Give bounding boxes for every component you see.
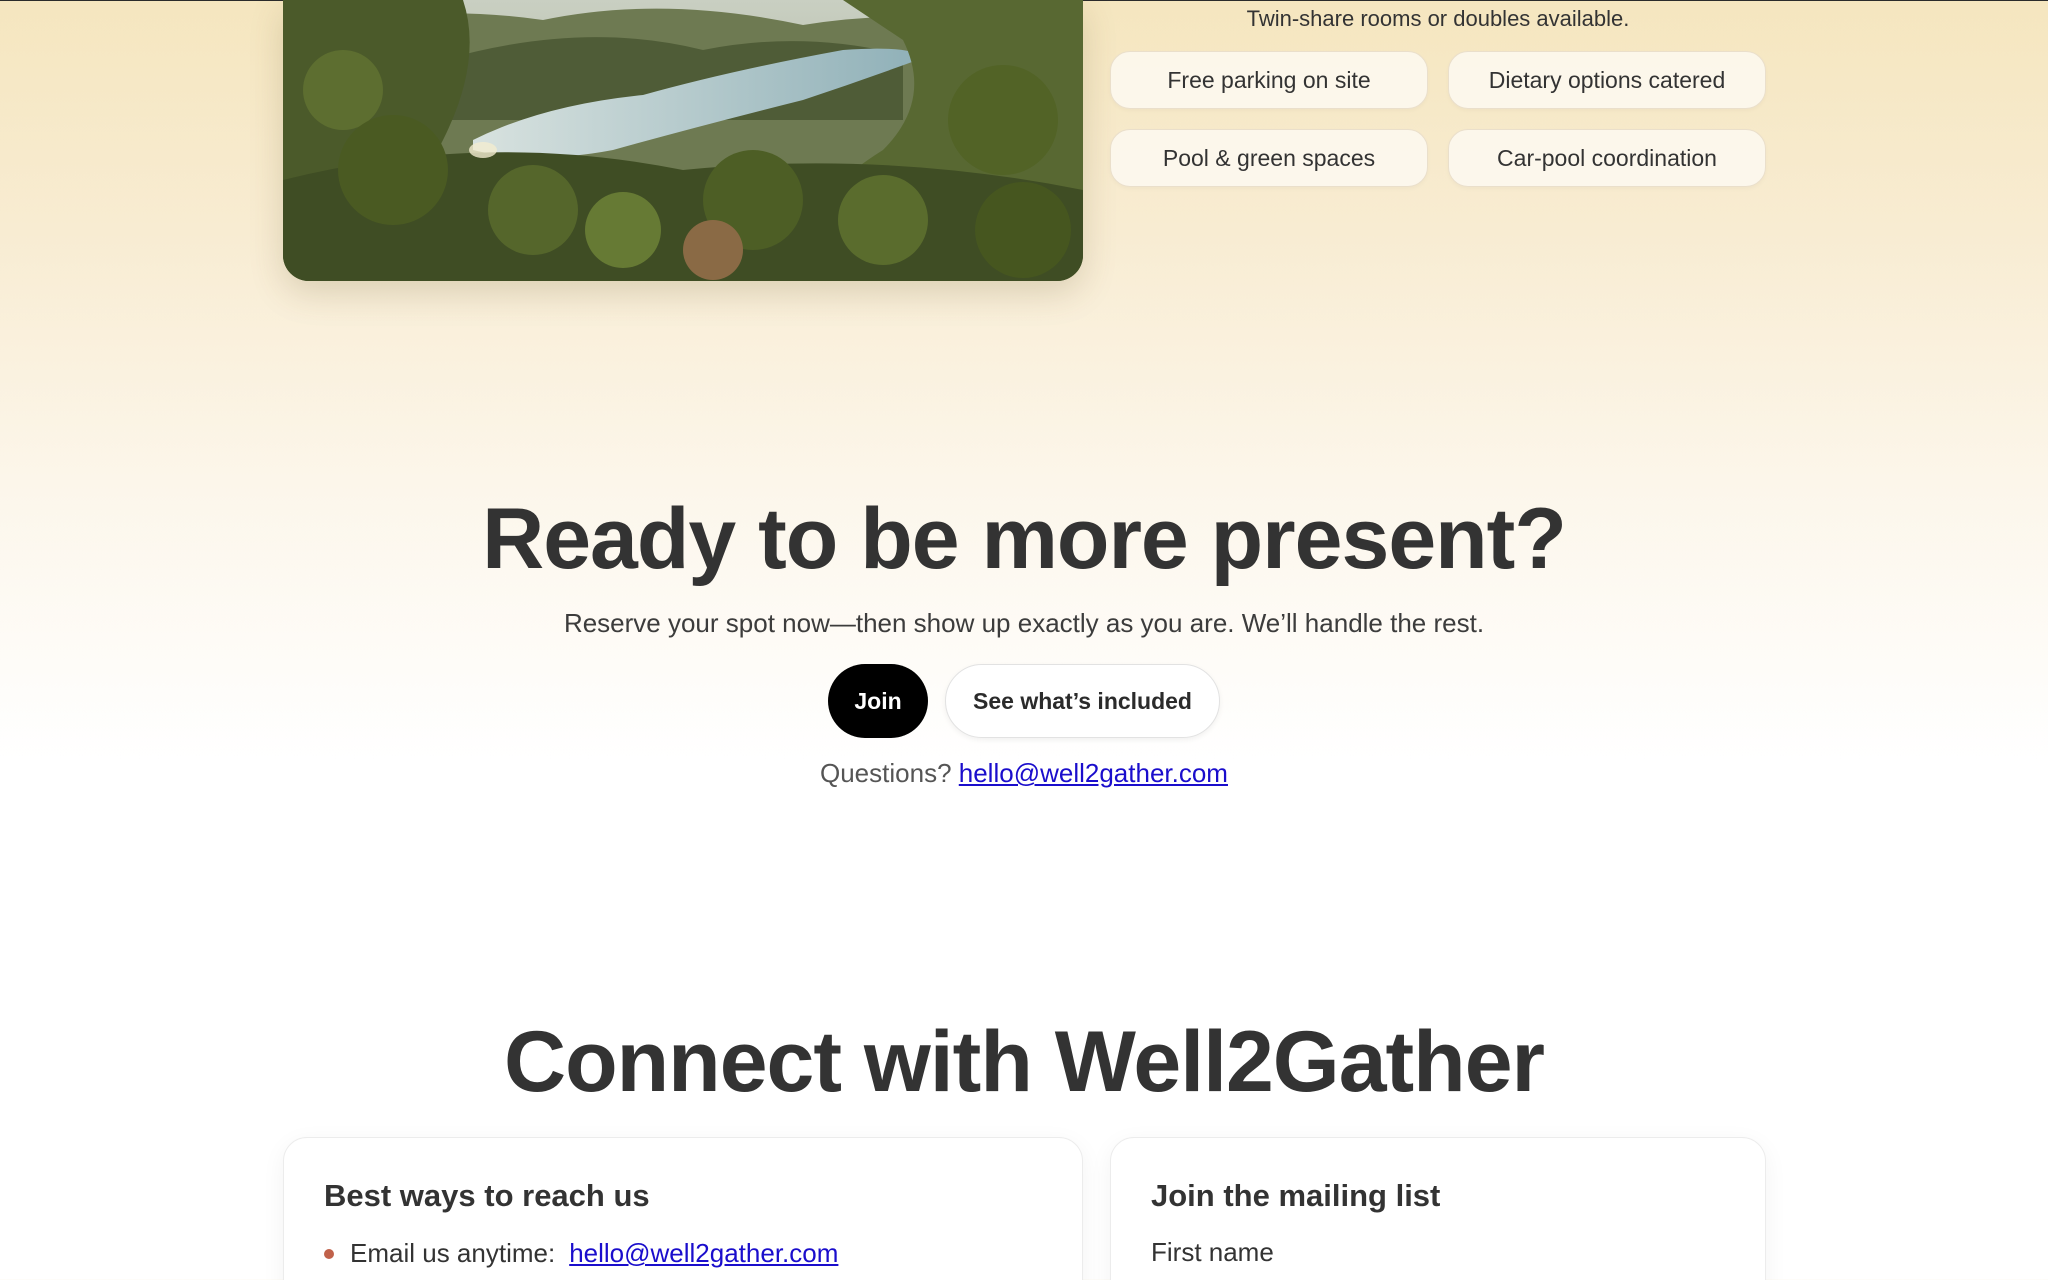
questions-label: Questions? <box>820 758 952 788</box>
amenity-pool-green-spaces: Pool & green spaces <box>1110 129 1428 187</box>
see-whats-included-button[interactable]: See what’s included <box>945 664 1220 738</box>
amenity-free-parking: Free parking on site <box>1110 51 1428 109</box>
rooms-note: Twin-share rooms or doubles available. <box>1246 6 1630 31</box>
connect-heading: Connect with Well2Gather <box>504 1014 1545 1110</box>
mailing-list-heading: Join the mailing list <box>1151 1178 1441 1213</box>
contact-email-link[interactable]: hello@well2gather.com <box>959 758 1228 788</box>
reach-email-item: Email us anytime: hello@well2gather.com <box>324 1238 838 1269</box>
join-button[interactable]: Join <box>828 664 928 738</box>
bullet-icon <box>324 1248 334 1259</box>
reach-email-label: Email us anytime: <box>350 1238 556 1268</box>
reach-us-heading: Best ways to reach us <box>324 1178 650 1213</box>
questions-line: Questions? hello@well2gather.com <box>0 758 2048 789</box>
cta-subtitle: Reserve your spot now—then show up exact… <box>563 608 1485 638</box>
cta-heading: Ready to be more present? <box>482 491 1567 587</box>
first-name-label: First name <box>1151 1237 1274 1267</box>
amenity-car-pool: Car-pool coordination <box>1448 129 1766 187</box>
reach-email-link[interactable]: hello@well2gather.com <box>569 1238 838 1269</box>
venue-landscape-image <box>283 0 1083 281</box>
reach-us-card: Best ways to reach us Email us anytime: … <box>283 1137 1083 1280</box>
mailing-list-card: Join the mailing list First name <box>1110 1137 1766 1280</box>
amenity-dietary-options: Dietary options catered <box>1448 51 1766 109</box>
